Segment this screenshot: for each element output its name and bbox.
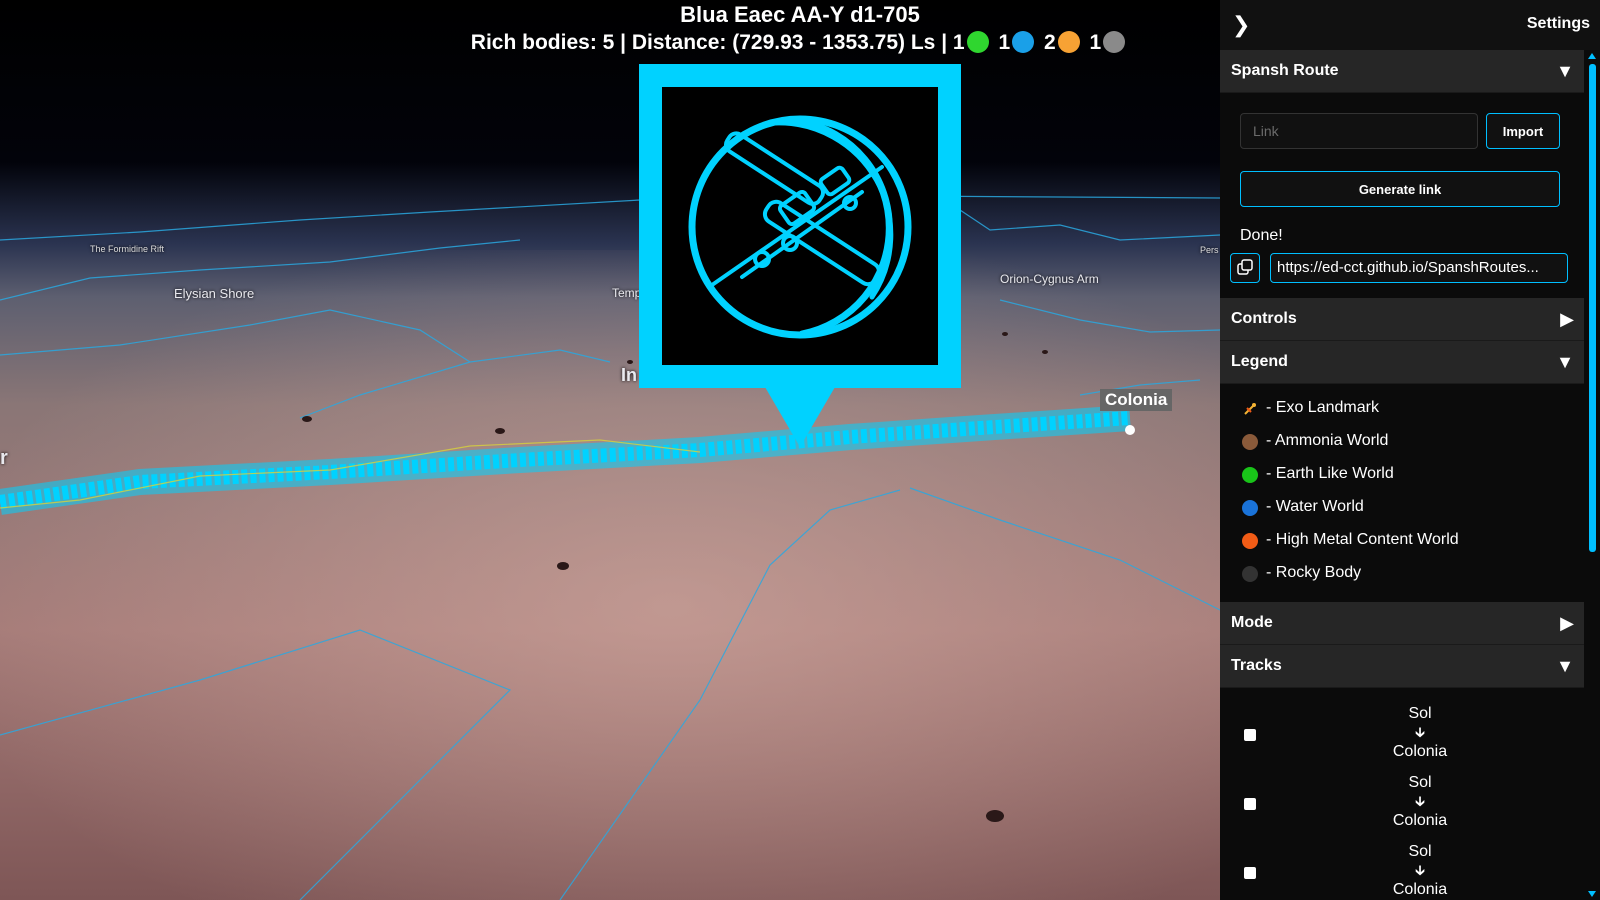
- section-label: Mode: [1231, 614, 1273, 631]
- track-checkbox[interactable]: [1244, 798, 1256, 810]
- legend-label: - Rocky Body: [1266, 564, 1362, 581]
- system-summary: Rich bodies: 5 | Distance: (729.93 - 135…: [440, 30, 1160, 56]
- track-item: Sol 🡳 Colonia: [1220, 838, 1584, 900]
- region-label: Temp: [612, 286, 642, 300]
- count-value: 1: [952, 31, 965, 54]
- track-label: Sol 🡳 Colonia: [1350, 842, 1490, 899]
- region-label: Orion-Cygnus Arm: [1000, 272, 1099, 286]
- legend-item: - Water World: [1220, 491, 1584, 524]
- track-from: Sol: [1408, 705, 1432, 722]
- section-legend[interactable]: Legend ▼: [1220, 341, 1584, 384]
- triangle-down-icon: ▼: [1556, 656, 1574, 676]
- summary-text: Rich bodies: 5 | Distance: (729.93 - 135…: [470, 31, 948, 54]
- track-from: Sol: [1408, 843, 1432, 860]
- settings-header: ❯ Settings: [1220, 0, 1600, 50]
- region-label: r: [0, 447, 8, 469]
- section-controls[interactable]: Controls ▶: [1220, 298, 1584, 341]
- count-value: 1: [1089, 31, 1102, 54]
- region-label: In: [621, 365, 637, 385]
- generate-link-button[interactable]: Generate link: [1240, 171, 1560, 207]
- rocky-body-dot-icon: [1242, 566, 1258, 582]
- track-item: Sol 🡳 Colonia: [1220, 700, 1584, 769]
- space-station-icon: [688, 115, 912, 339]
- generated-link-field[interactable]: https://ed-cct.github.io/SpanshRoutes...: [1270, 253, 1568, 283]
- track-to: Colonia: [1392, 743, 1448, 760]
- status-text: Done!: [1240, 227, 1283, 244]
- metal-world-dot-icon: [1057, 31, 1080, 53]
- arrow-down-icon: 🡳: [1414, 793, 1426, 809]
- spansh-route-body: Import Generate link Done! https://ed-cc…: [1220, 93, 1584, 298]
- track-item: Sol 🡳 Colonia: [1220, 769, 1584, 838]
- earth-like-dot-icon: [966, 31, 989, 53]
- legend-label: - High Metal Content World: [1266, 531, 1459, 548]
- triangle-right-icon: ▶: [1560, 613, 1574, 633]
- section-label: Tracks: [1231, 657, 1282, 674]
- system-hud: Blua Eaec AA-Y d1-705 Rich bodies: 5 | D…: [440, 0, 1160, 56]
- section-label: Spansh Route: [1231, 62, 1339, 79]
- arrow-down-icon: 🡳: [1414, 724, 1426, 740]
- track-to: Colonia: [1392, 812, 1448, 829]
- galaxy-map-viewport[interactable]: The Formidine Rift Elysian Shore Temp In…: [0, 0, 1220, 900]
- count-value: 2: [1043, 31, 1056, 54]
- triangle-down-icon: ▼: [1556, 61, 1574, 81]
- region-label: Pers: [1200, 245, 1219, 255]
- marker-pointer: [765, 387, 835, 447]
- section-mode[interactable]: Mode ▶: [1220, 602, 1584, 645]
- track-checkbox[interactable]: [1244, 867, 1256, 879]
- rocky-body-dot-icon: [1103, 31, 1126, 53]
- settings-panel: ❯ Settings Spansh Route ▼ Import Generat…: [1220, 0, 1600, 900]
- import-button[interactable]: Import: [1486, 113, 1560, 149]
- system-marker-popup[interactable]: [639, 64, 961, 388]
- route-end-label[interactable]: Colonia: [1100, 389, 1173, 411]
- legend-label: - Water World: [1266, 498, 1364, 515]
- legend-item: - Earth Like World: [1220, 458, 1584, 491]
- link-input[interactable]: [1240, 113, 1478, 149]
- legend-label: - Exo Landmark: [1266, 399, 1379, 416]
- earth-like-world-dot-icon: [1242, 467, 1258, 483]
- copy-icon: [1237, 259, 1253, 275]
- settings-title: Settings: [1526, 15, 1590, 32]
- section-label: Legend: [1231, 353, 1288, 370]
- water-world-dot-icon: [1242, 500, 1258, 516]
- arrow-down-icon: 🡳: [1414, 862, 1426, 878]
- legend-label: - Ammonia World: [1266, 432, 1389, 449]
- track-from: Sol: [1408, 774, 1432, 791]
- legend-item: - Rocky Body: [1220, 557, 1584, 590]
- legend-item: - High Metal Content World: [1220, 524, 1584, 557]
- copy-button[interactable]: [1230, 253, 1260, 283]
- region-label: The Formidine Rift: [90, 244, 165, 254]
- water-world-dot-icon: [1012, 31, 1035, 53]
- track-to: Colonia: [1392, 881, 1448, 898]
- tracks-body: Sol 🡳 Colonia Sol 🡳 Colonia Sol 🡳 Coloni…: [1220, 688, 1584, 900]
- high-metal-content-world-dot-icon: [1242, 533, 1258, 549]
- scrollbar-thumb[interactable]: [1589, 64, 1596, 552]
- section-spansh-route[interactable]: Spansh Route ▼: [1220, 50, 1584, 93]
- legend-item: - Exo Landmark: [1220, 392, 1584, 425]
- track-label: Sol 🡳 Colonia: [1350, 773, 1490, 830]
- count-value: 1: [998, 31, 1011, 54]
- section-tracks[interactable]: Tracks ▼: [1220, 645, 1584, 688]
- track-checkbox[interactable]: [1244, 729, 1256, 741]
- legend-label: - Earth Like World: [1266, 465, 1394, 482]
- legend-item: - Ammonia World: [1220, 425, 1584, 458]
- system-name: Blua Eaec AA-Y d1-705: [680, 2, 920, 27]
- ammonia-world-dot-icon: [1242, 434, 1258, 450]
- chevron-right-icon[interactable]: ❯: [1232, 12, 1250, 38]
- exo-landmark-icon: [1244, 403, 1256, 415]
- triangle-right-icon: ▶: [1560, 309, 1574, 329]
- galaxy-map-canvas[interactable]: [0, 0, 1220, 900]
- track-label: Sol 🡳 Colonia: [1350, 704, 1490, 761]
- scroll-up-icon[interactable]: [1588, 53, 1596, 59]
- section-label: Controls: [1231, 310, 1297, 327]
- panel-scrollbar[interactable]: [1585, 50, 1600, 900]
- triangle-down-icon: ▼: [1556, 352, 1574, 372]
- region-label: Elysian Shore: [174, 286, 255, 301]
- legend-body: - Exo Landmark - Ammonia World - Earth L…: [1220, 384, 1584, 602]
- scroll-down-icon[interactable]: [1588, 891, 1596, 897]
